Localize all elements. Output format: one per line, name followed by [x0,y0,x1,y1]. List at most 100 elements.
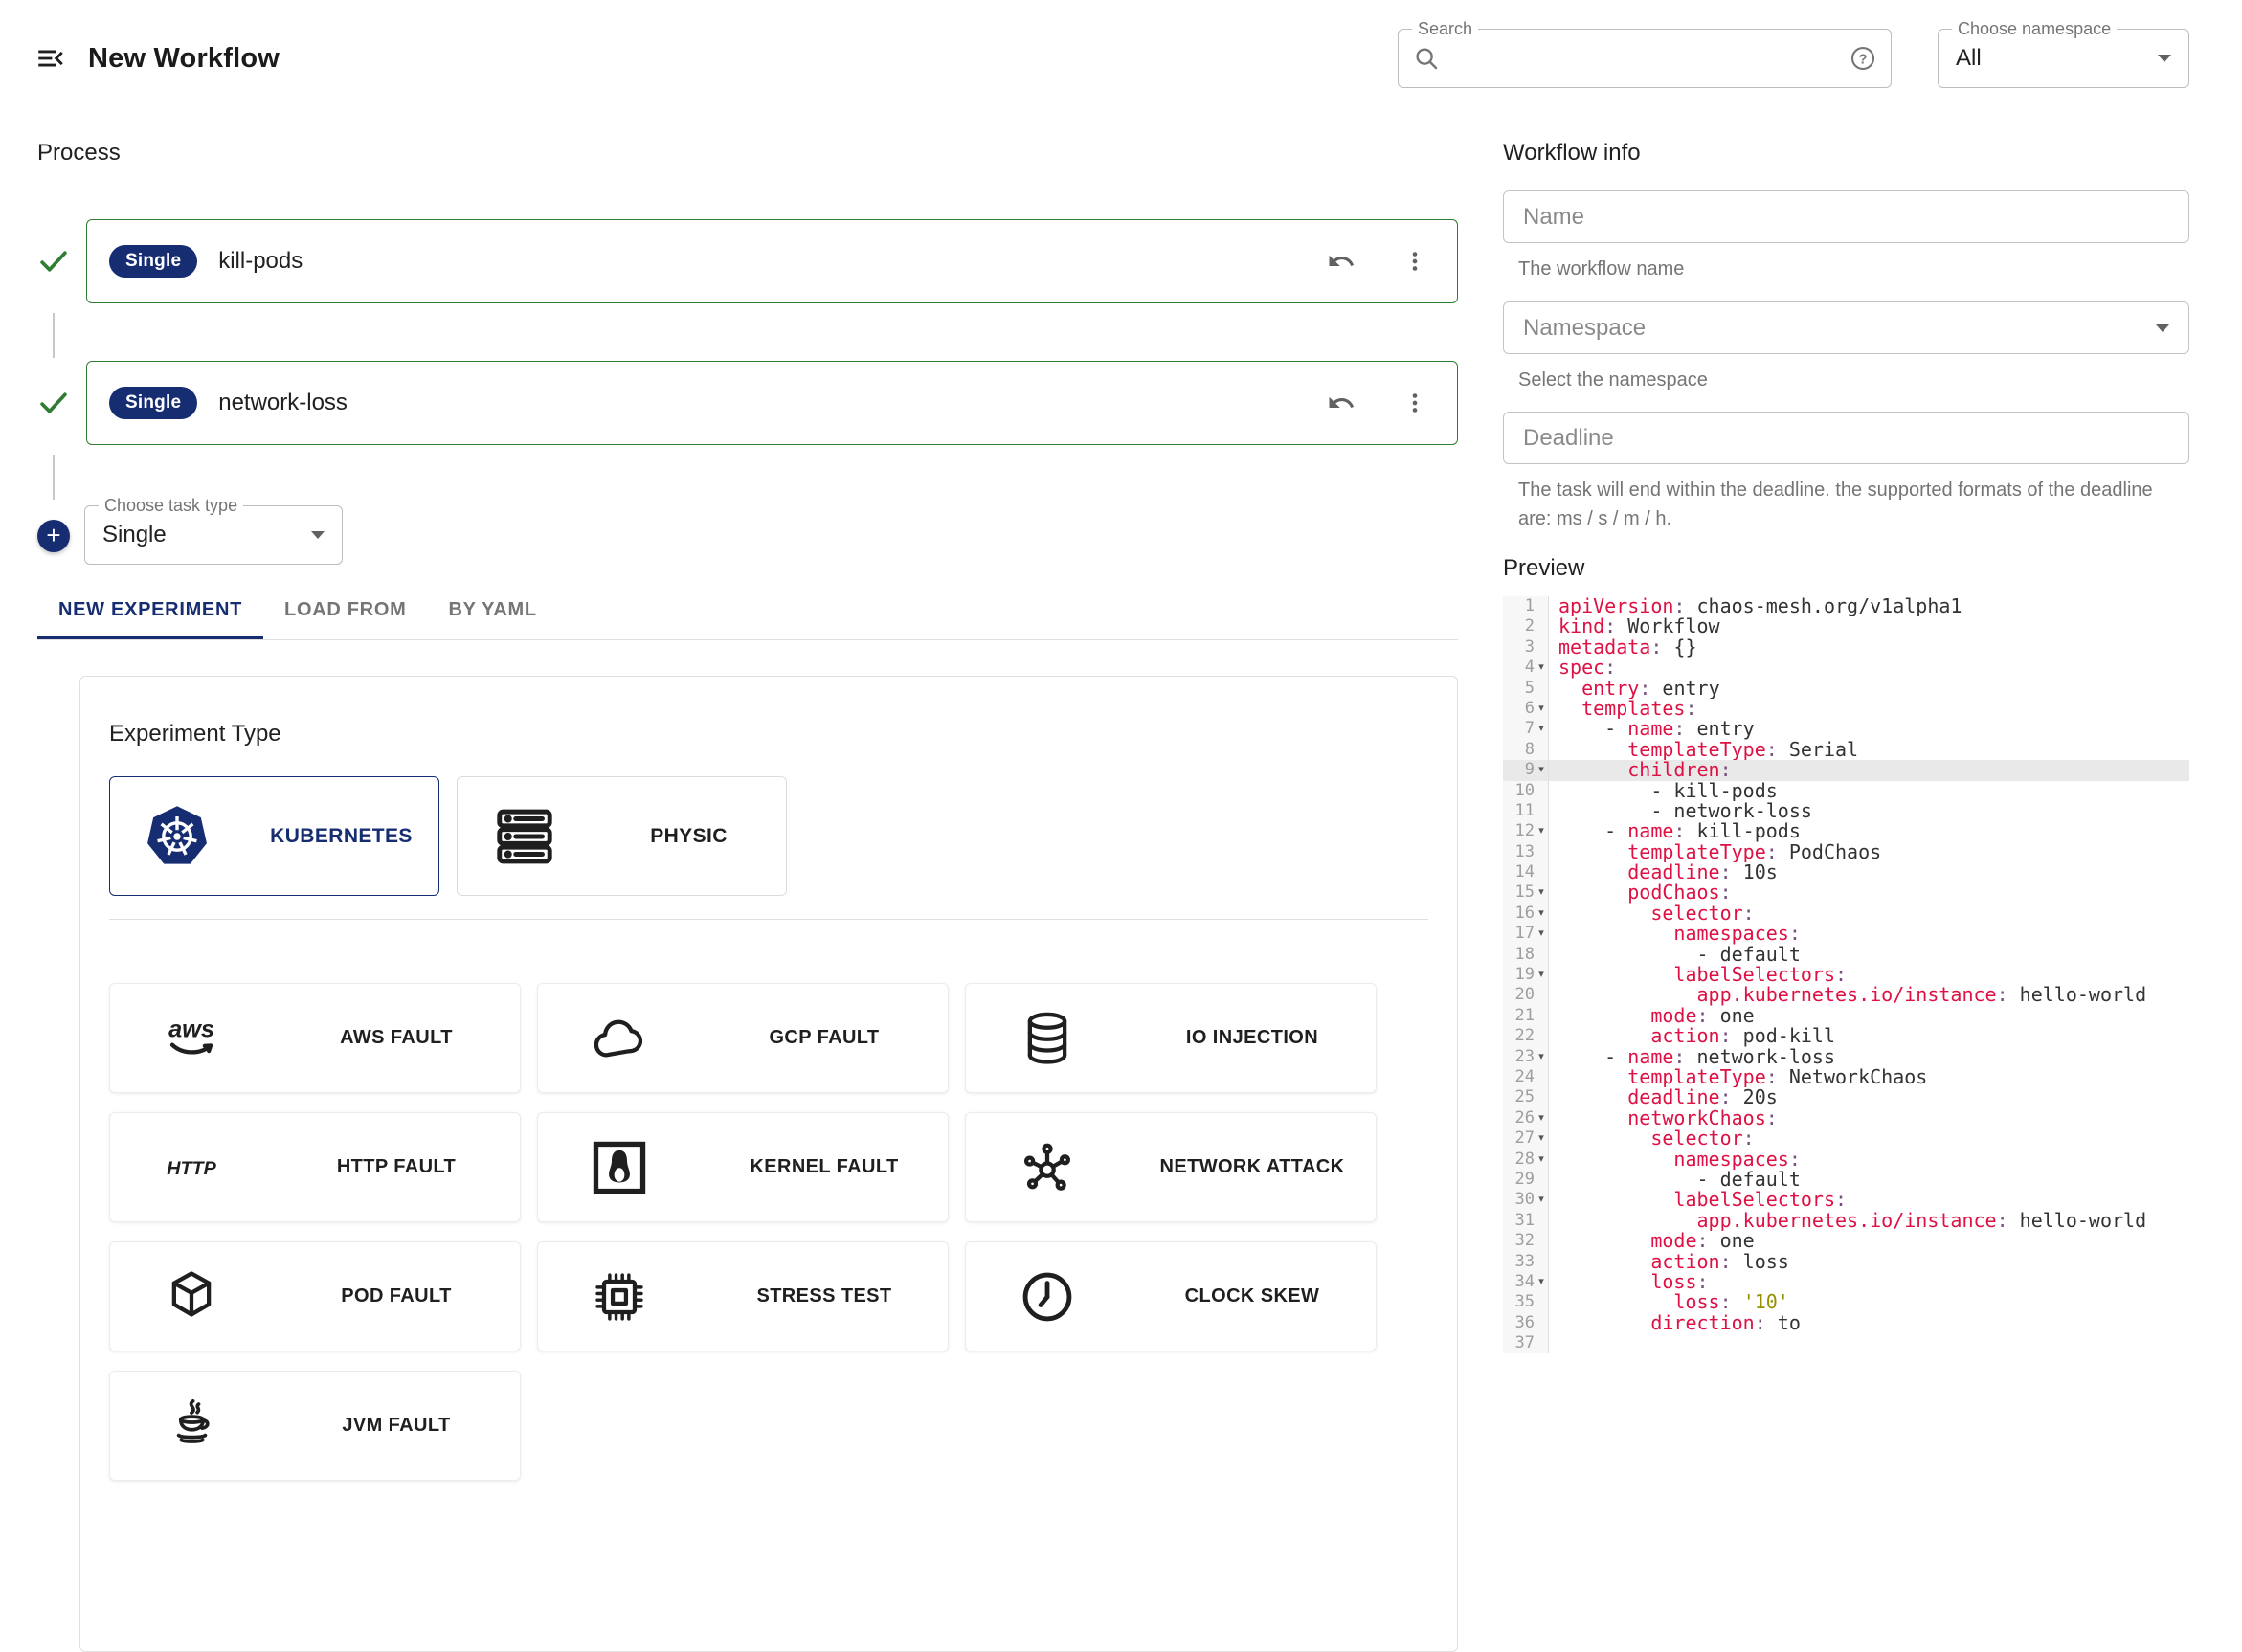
experiment-kind-card[interactable]: IO INJECTION [965,983,1377,1093]
experiment-tabs: NEW EXPERIMENT LOAD FROM BY YAML [37,584,1458,640]
yaml-line: 12▾ - name: kill-pods [1503,821,2189,841]
task-name: network-loss [218,390,1327,416]
fold-arrow-icon[interactable]: ▾ [1535,1047,1548,1067]
namespace-filter-select[interactable]: Choose namespace All [1938,29,2189,88]
yaml-line: 8 templateType: Serial [1503,740,2189,760]
workflow-namespace-select[interactable]: Namespace [1503,301,2189,354]
fold-arrow-icon[interactable]: ▾ [1535,904,1548,924]
task-row: Single kill-pods [37,219,1458,303]
workflow-namespace-placeholder: Namespace [1523,315,2156,342]
process-heading: Process [37,140,121,167]
experiment-type-heading: Experiment Type [109,721,1428,748]
fold-arrow-icon[interactable]: ▾ [1535,1108,1548,1128]
workflow-deadline-input[interactable] [1523,425,2169,452]
help-icon[interactable]: ? [1849,44,1877,73]
task-type-select[interactable]: Choose task type Single [84,505,343,565]
aws-icon: aws [110,1008,273,1069]
fold-arrow-icon[interactable]: ▾ [1535,1150,1548,1170]
yaml-line: 30▾ labelSelectors: [1503,1190,2189,1210]
yaml-line: 9▾ children: [1503,760,2189,780]
experiment-kind-card[interactable]: HTTP HTTP FAULT [109,1112,521,1222]
experiment-kind-label: IO INJECTION [1129,1027,1376,1049]
experiment-kind-card[interactable]: aws AWS FAULT [109,983,521,1093]
preview-heading: Preview [1503,555,1584,582]
undo-icon[interactable] [1327,389,1356,417]
experiment-kind-card[interactable]: CLOCK SKEW [965,1241,1377,1351]
yaml-line: 35 loss: '10' [1503,1292,2189,1312]
experiment-kind-label: GCP FAULT [701,1027,948,1049]
fold-arrow-icon[interactable]: ▾ [1535,965,1548,985]
experiment-kind-card[interactable]: JVM FAULT [109,1371,521,1481]
tab-by-yaml[interactable]: BY YAML [427,584,557,639]
yaml-line: 21 mode: one [1503,1006,2189,1026]
yaml-line: 36 direction: to [1503,1313,2189,1333]
yaml-line: 5 entry: entry [1503,679,2189,699]
kebab-menu-icon[interactable] [1401,248,1428,275]
environment-row: KUBERNETES PHYSIC [109,776,1428,896]
workflow-namespace-helper: Select the namespace [1518,366,2188,394]
task-card[interactable]: Single kill-pods [86,219,1458,303]
fold-arrow-icon[interactable]: ▾ [1535,882,1548,903]
task-name: kill-pods [218,248,1327,275]
check-icon [37,245,70,278]
yaml-preview-editor[interactable]: 1apiVersion: chaos-mesh.org/v1alpha12kin… [1503,596,2189,1353]
yaml-line: 19▾ labelSelectors: [1503,965,2189,985]
experiment-kind-card[interactable]: GCP FAULT [537,983,949,1093]
kebab-menu-icon[interactable] [1401,390,1428,416]
yaml-line: 4▾spec: [1503,658,2189,678]
experiment-kind-label: JVM FAULT [273,1415,520,1437]
experiment-kind-card[interactable]: KERNEL FAULT [537,1112,949,1222]
task-type-value: Single [102,522,311,548]
task-connector [53,313,55,358]
fold-arrow-icon[interactable]: ▾ [1535,924,1548,944]
workflow-name-field[interactable] [1503,190,2189,243]
tab-load-from[interactable]: LOAD FROM [263,584,427,639]
task-connector [53,455,55,500]
fold-arrow-icon[interactable]: ▾ [1535,1128,1548,1149]
yaml-line: 31 app.kubernetes.io/instance: hello-wor… [1503,1211,2189,1231]
environment-button[interactable]: KUBERNETES [109,776,439,896]
namespace-filter-label: Choose namespace [1952,19,2117,39]
experiment-kind-grid: aws AWS FAULT GCP FAULT IO INJECTION HTT… [109,983,1428,1481]
yaml-line: 33 action: loss [1503,1252,2189,1272]
fold-arrow-icon[interactable]: ▾ [1535,821,1548,841]
fold-arrow-icon[interactable]: ▾ [1535,658,1548,678]
clock-icon [966,1266,1129,1328]
experiment-kind-label: NETWORK ATTACK [1129,1156,1376,1178]
environment-label: PHYSIC [592,825,786,848]
fold-arrow-icon[interactable]: ▾ [1535,699,1548,719]
yaml-line: 32 mode: one [1503,1231,2189,1251]
menu-open-icon[interactable] [34,42,67,75]
undo-icon[interactable] [1327,247,1356,276]
fold-arrow-icon[interactable]: ▾ [1535,1190,1548,1210]
fold-arrow-icon[interactable]: ▾ [1535,719,1548,739]
add-task-button[interactable]: + [37,520,70,552]
experiment-kind-card[interactable]: STRESS TEST [537,1241,949,1351]
tab-new-experiment[interactable]: NEW EXPERIMENT [37,584,263,639]
java-icon [110,1395,273,1457]
network-icon [966,1137,1129,1198]
namespace-filter-value: All [1956,45,2158,72]
workflow-name-input[interactable] [1523,204,2169,231]
search-input[interactable] [1441,45,1849,72]
yaml-line: 7▾ - name: entry [1503,719,2189,739]
experiment-kind-card[interactable]: POD FAULT [109,1241,521,1351]
workflow-info-heading: Workflow info [1503,140,1641,167]
yaml-line: 18 - default [1503,945,2189,965]
http-icon: HTTP [110,1137,273,1198]
workflow-deadline-field[interactable] [1503,412,2189,464]
svg-text:HTTP: HTTP [167,1157,216,1178]
task-type-badge: Single [109,387,197,419]
yaml-line: 16▾ selector: [1503,904,2189,924]
search-field[interactable]: Search ? [1398,29,1892,88]
search-label: Search [1412,19,1478,39]
fold-arrow-icon[interactable]: ▾ [1535,760,1548,780]
yaml-line: 3metadata: {} [1503,637,2189,658]
environment-button[interactable]: PHYSIC [457,776,787,896]
fold-arrow-icon[interactable]: ▾ [1535,1272,1548,1292]
task-card[interactable]: Single network-loss [86,361,1458,445]
experiment-kind-label: CLOCK SKEW [1129,1285,1376,1307]
task-type-label: Choose task type [99,496,243,516]
yaml-line: 13 templateType: PodChaos [1503,842,2189,862]
experiment-kind-card[interactable]: NETWORK ATTACK [965,1112,1377,1222]
